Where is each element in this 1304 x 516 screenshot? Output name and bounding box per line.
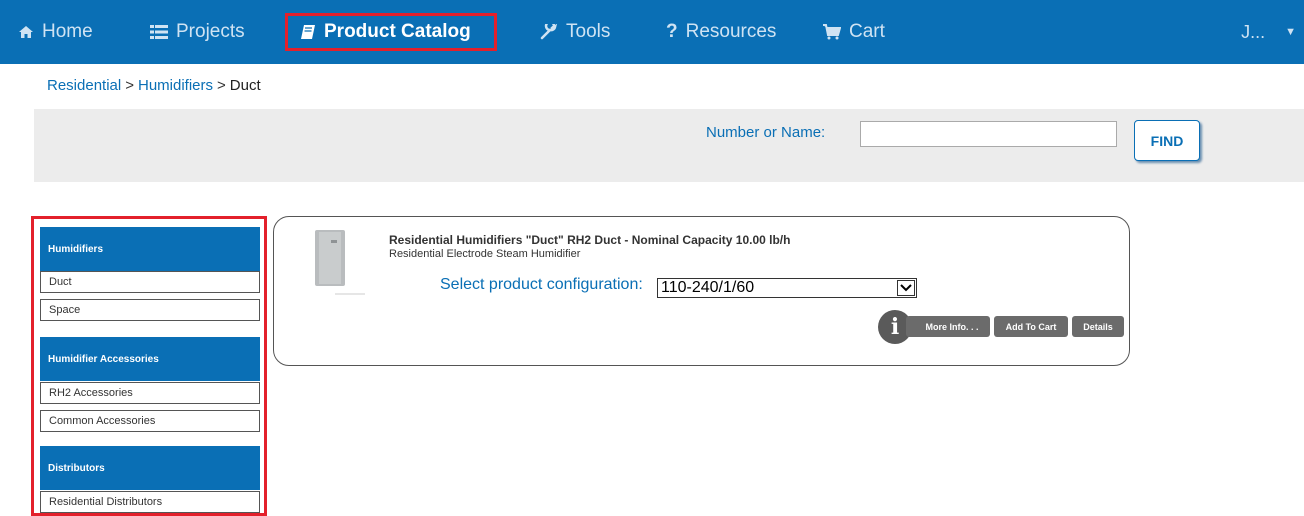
config-value: 110-240/1/60 — [661, 279, 755, 296]
nav-home-label: Home — [42, 21, 93, 42]
breadcrumb: Residential > Humidifiers > Duct — [47, 77, 261, 94]
search-label: Number or Name: — [706, 124, 826, 141]
product-image[interactable] — [305, 226, 367, 298]
nav-home[interactable]: Home — [18, 0, 93, 64]
chevron-down-icon: ▼ — [1285, 26, 1296, 38]
breadcrumb-residential[interactable]: Residential — [47, 77, 121, 94]
breadcrumb-humidifiers[interactable]: Humidifiers — [138, 77, 213, 94]
question-icon: ? — [666, 21, 678, 42]
breadcrumb-current: Duct — [229, 77, 261, 94]
search-input[interactable] — [860, 121, 1117, 147]
user-name: J... — [1241, 21, 1266, 42]
find-button[interactable]: FIND — [1134, 120, 1200, 161]
details-button[interactable]: Details — [1072, 316, 1124, 337]
user-menu[interactable]: J... ▼ — [1241, 0, 1296, 64]
nav-resources[interactable]: ? Resources — [666, 0, 776, 64]
nav-product-catalog[interactable]: Product Catalog — [300, 0, 471, 64]
config-label: Select product configuration: — [440, 276, 643, 293]
cart-icon — [823, 24, 841, 40]
chevron-down-icon[interactable] — [897, 280, 915, 296]
sidebar-item-rh2-accessories[interactable]: RH2 Accessories — [40, 382, 260, 404]
product-subtitle: Residential Electrode Steam Humidifier — [389, 248, 581, 260]
nav-cart-label: Cart — [849, 21, 885, 42]
breadcrumb-separator: > — [217, 77, 226, 94]
sidebar-item-space[interactable]: Space — [40, 299, 260, 321]
nav-projects-label: Projects — [176, 21, 245, 42]
home-icon — [18, 25, 34, 39]
list-icon — [150, 25, 168, 39]
sidebar-section-humidifier-accessories[interactable]: Humidifier Accessories — [40, 337, 260, 381]
wrench-icon — [540, 24, 558, 40]
sidebar-section-humidifiers[interactable]: Humidifiers — [40, 227, 260, 271]
breadcrumb-separator: > — [125, 77, 134, 94]
nav-tools[interactable]: Tools — [540, 0, 610, 64]
add-to-cart-button[interactable]: Add To Cart — [994, 316, 1068, 337]
config-select[interactable]: 110-240/1/60 — [657, 278, 917, 298]
product-title: Residential Humidifiers "Duct" RH2 Duct … — [389, 233, 791, 247]
more-info-button[interactable]: More Info. . . — [906, 316, 990, 337]
sidebar-section-distributors[interactable]: Distributors — [40, 446, 260, 490]
nav-product-catalog-label: Product Catalog — [324, 21, 471, 42]
nav-tools-label: Tools — [566, 21, 611, 42]
nav-resources-label: Resources — [685, 21, 777, 42]
sidebar-item-duct[interactable]: Duct — [40, 271, 260, 293]
nav-projects[interactable]: Projects — [150, 0, 245, 64]
sidebar-item-residential-distributors[interactable]: Residential Distributors — [40, 491, 260, 513]
book-icon — [300, 24, 316, 40]
nav-cart[interactable]: Cart — [823, 0, 885, 64]
sidebar-item-common-accessories[interactable]: Common Accessories — [40, 410, 260, 432]
